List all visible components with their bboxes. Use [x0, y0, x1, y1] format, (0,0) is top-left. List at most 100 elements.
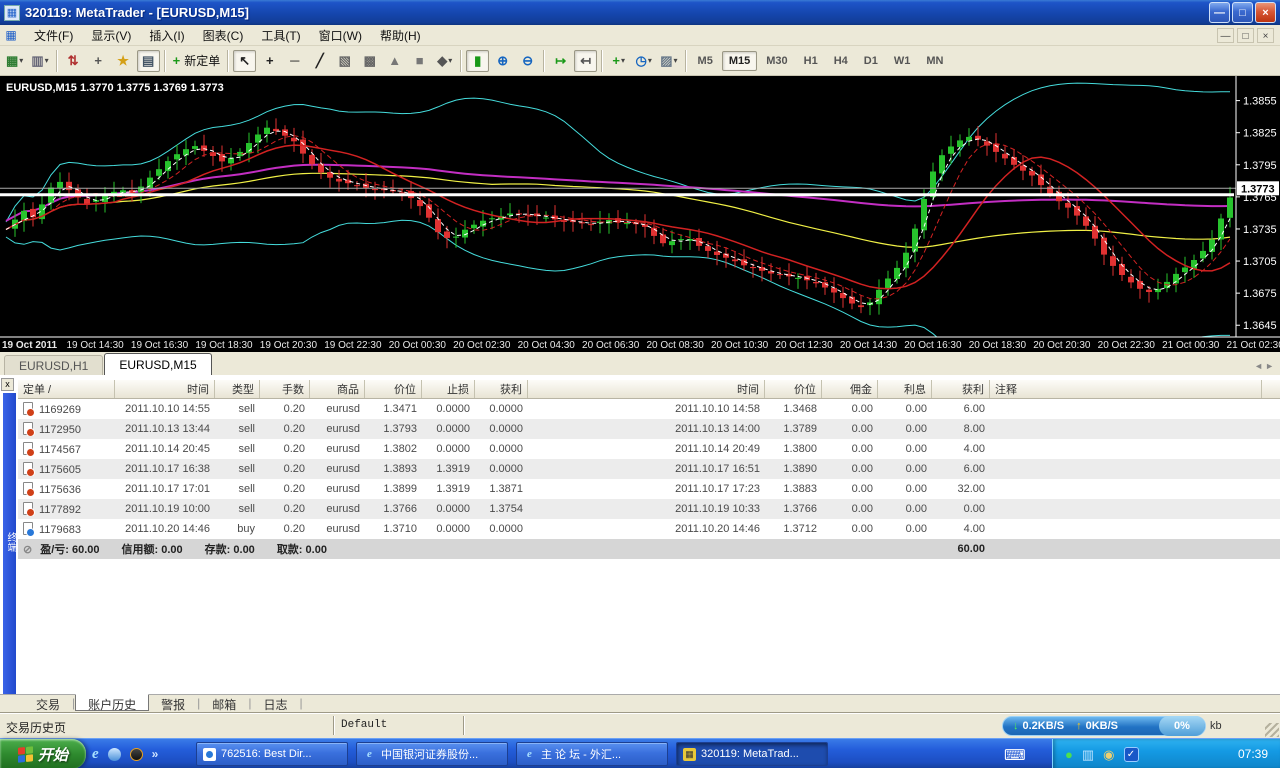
column-header-5[interactable]: 价位 [365, 380, 422, 398]
timeframe-d1-button[interactable]: D1 [857, 51, 885, 71]
column-header-7[interactable]: 获利 [475, 380, 528, 398]
timeframe-m30-button[interactable]: M30 [759, 51, 794, 71]
table-row[interactable]: 11756362011.10.17 17:01sell0.20eurusd1.3… [18, 479, 1280, 499]
input-method-keyboard-icon[interactable]: ⌨ [1004, 746, 1026, 764]
menu-item-1[interactable]: 显示(V) [82, 27, 140, 45]
column-header-3[interactable]: 手数 [260, 380, 310, 398]
horizontal-line-icon: ─ [290, 53, 299, 68]
minimize-button[interactable]: — [1209, 2, 1230, 23]
trend-line-button[interactable]: ╱ [308, 50, 331, 72]
column-header-8[interactable]: 时间 [528, 380, 765, 398]
column-header-6[interactable]: 止损 [422, 380, 475, 398]
table-row[interactable]: 11692692011.10.10 14:55sell0.20eurusd1.3… [18, 399, 1280, 419]
qq-icon[interactable] [130, 748, 143, 761]
terminal-tab-0[interactable]: 交易 [24, 695, 72, 712]
menu-item-6[interactable]: 帮助(H) [371, 27, 430, 45]
table-row[interactable]: 11729502011.10.13 13:44sell0.20eurusd1.3… [18, 419, 1280, 439]
cell-type: buy [215, 523, 260, 535]
media-icon[interactable] [108, 748, 121, 761]
terminal-tab-2[interactable]: 警报 [149, 695, 197, 712]
data-window-button[interactable]: + [87, 50, 110, 72]
menu-item-0[interactable]: 文件(F) [25, 27, 82, 45]
price-axis-tick: 1.3735 [1243, 224, 1277, 236]
menu-item-2[interactable]: 插入(I) [140, 27, 193, 45]
timeframe-m5-button[interactable]: M5 [691, 51, 720, 71]
restore-button[interactable]: □ [1232, 2, 1253, 23]
menu-item-4[interactable]: 工具(T) [252, 27, 309, 45]
clock[interactable]: 07:39 [1238, 747, 1280, 761]
line-studies-more-button[interactable]: ◆▾ [433, 50, 456, 72]
column-header-9[interactable]: 价位 [765, 380, 822, 398]
column-header-0[interactable]: 定单 / [18, 380, 115, 398]
table-row[interactable]: 11756052011.10.17 16:38sell0.20eurusd1.3… [18, 459, 1280, 479]
column-header-4[interactable]: 商品 [310, 380, 365, 398]
menu-item-5[interactable]: 窗口(W) [310, 27, 371, 45]
timeframe-w1-button[interactable]: W1 [887, 51, 918, 71]
timeframe-m15-button[interactable]: M15 [722, 51, 757, 71]
menu-item-3[interactable]: 图表(C) [194, 27, 253, 45]
navigator-button[interactable]: ★ [112, 50, 135, 72]
tray-network-icon[interactable]: ▥ [1082, 748, 1094, 761]
tab-scroll-left-icon[interactable]: ◄ [1254, 361, 1263, 371]
table-row[interactable]: 11778922011.10.19 10:00sell0.20eurusd1.3… [18, 499, 1280, 519]
market-watch-button[interactable]: ⇅ [62, 50, 85, 72]
timeframe-mn-button[interactable]: MN [919, 51, 950, 71]
auto-scroll-button[interactable]: ↦ [549, 50, 572, 72]
start-button[interactable]: 开始 [0, 739, 86, 768]
column-header-11[interactable]: 利息 [878, 380, 932, 398]
tray-volume-icon[interactable]: ◉ [1103, 748, 1114, 761]
price-chart-canvas[interactable]: 1.38551.38251.37951.37651.37351.37051.36… [0, 76, 1280, 352]
column-header-2[interactable]: 类型 [215, 380, 260, 398]
table-row[interactable]: 11796832011.10.20 14:46buy0.20eurusd1.37… [18, 519, 1280, 539]
rectangle-button[interactable]: ■ [408, 50, 431, 72]
horizontal-line-button[interactable]: ─ [283, 50, 306, 72]
close-button[interactable]: × [1255, 2, 1276, 23]
tab-scroll-right-icon[interactable]: ► [1265, 361, 1274, 371]
fibonacci-button[interactable]: ▧ [333, 50, 356, 72]
cursor-button[interactable]: ↖ [233, 50, 256, 72]
candlestick-chart-button[interactable]: ▮ [466, 50, 489, 72]
terminal-tab-4[interactable]: 日志 [251, 695, 299, 712]
cell-commission: 0.00 [822, 463, 878, 475]
terminal-panel-button[interactable]: ▤ [137, 50, 160, 72]
cell-sl: 1.3919 [422, 463, 475, 475]
taskbar-task-1[interactable]: e中国银河证券股份... [356, 742, 508, 766]
timeframe-h1-button[interactable]: H1 [797, 51, 825, 71]
cell-swap: 0.00 [878, 463, 932, 475]
chart-profiles-button[interactable]: ▥▾ [28, 50, 51, 72]
ie-icon[interactable]: e [92, 746, 99, 763]
tray-app-icon[interactable]: ● [1065, 748, 1073, 761]
crosshair-button[interactable]: + [258, 50, 281, 72]
fibonacci-grid-button[interactable]: ▩ [358, 50, 381, 72]
tray-security-shield-icon[interactable]: ✓ [1124, 747, 1139, 762]
column-header-1[interactable]: 时间 [115, 380, 215, 398]
cell-lots: 0.20 [260, 483, 310, 495]
periods-button[interactable]: ◷▾ [632, 50, 655, 72]
new-chart-button[interactable]: ▦▾ [3, 50, 26, 72]
triangle-button[interactable]: ▲ [383, 50, 406, 72]
chart-tab-eurusd-h1[interactable]: EURUSD,H1 [4, 355, 103, 375]
taskbar-task-3[interactable]: ▦320119: MetaTrad... [676, 742, 828, 766]
column-header-10[interactable]: 佣金 [822, 380, 878, 398]
timeframe-h4-button[interactable]: H4 [827, 51, 855, 71]
quick-launch-overflow-icon[interactable]: » [152, 747, 159, 761]
table-row[interactable]: 11745672011.10.14 20:45sell0.20eurusd1.3… [18, 439, 1280, 459]
terminal-close-icon[interactable]: x [1, 378, 14, 391]
mdi-restore-button[interactable]: □ [1237, 28, 1254, 43]
mdi-minimize-button[interactable]: — [1217, 28, 1234, 43]
chart-shift-button[interactable]: ↤ [574, 50, 597, 72]
column-header-13[interactable]: 注释 [990, 380, 1262, 398]
taskbar-task-0[interactable]: 762516: Best Dir... [196, 742, 348, 766]
mdi-close-button[interactable]: × [1257, 28, 1274, 43]
templates-button[interactable]: ▨▾ [657, 50, 680, 72]
indicators-button[interactable]: +▾ [607, 50, 630, 72]
chart-tab-eurusd-m15[interactable]: EURUSD,M15 [104, 353, 211, 375]
terminal-tab-3[interactable]: 邮箱 [200, 695, 248, 712]
terminal-tab-1[interactable]: 账户历史 [75, 694, 149, 711]
column-header-12[interactable]: 获利 [932, 380, 990, 398]
new-order-button[interactable]: +新定单 [170, 50, 224, 72]
taskbar-task-2[interactable]: e主 论 坛 - 外汇... [516, 742, 668, 766]
zoom-out-button[interactable]: ⊖ [516, 50, 539, 72]
resize-grip[interactable] [1265, 723, 1279, 737]
zoom-in-button[interactable]: ⊕ [491, 50, 514, 72]
